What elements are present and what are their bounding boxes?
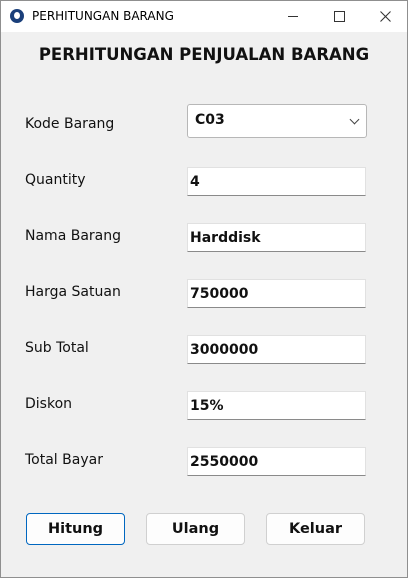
ulang-button[interactable]: Ulang: [146, 513, 245, 545]
harga-satuan-value: 750000: [190, 286, 249, 302]
chevron-down-icon[interactable]: [349, 114, 360, 125]
kode-barang-value: C03: [195, 112, 225, 128]
diskon-value: 15%: [190, 398, 224, 414]
sub-total-field[interactable]: 3000000: [187, 335, 366, 364]
kode-barang-label: Kode Barang: [25, 116, 115, 132]
nama-barang-value: Harddisk: [190, 230, 261, 246]
maximize-icon: [333, 11, 345, 22]
app-logo-icon: [10, 9, 24, 23]
hitung-button[interactable]: Hitung: [26, 513, 125, 545]
harga-satuan-field[interactable]: 750000: [187, 279, 366, 308]
quantity-label: Quantity: [25, 172, 86, 188]
app-window: PERHITUNGAN BARANG PERHITUNGAN PENJUALAN…: [0, 0, 408, 578]
kode-barang-dropdown[interactable]: C03: [187, 104, 367, 138]
window-title: PERHITUNGAN BARANG: [32, 9, 174, 23]
total-bayar-value: 2550000: [190, 454, 259, 470]
diskon-label: Diskon: [25, 396, 73, 412]
keluar-button[interactable]: Keluar: [266, 513, 365, 545]
nama-barang-label: Nama Barang: [25, 228, 121, 244]
minimize-button[interactable]: [270, 1, 316, 32]
nama-barang-field[interactable]: Harddisk: [187, 223, 366, 252]
total-bayar-field[interactable]: 2550000: [187, 447, 366, 476]
sub-total-label: Sub Total: [25, 340, 89, 356]
total-bayar-label: Total Bayar: [25, 452, 103, 468]
minimize-icon: [288, 16, 298, 17]
quantity-value: 4: [190, 174, 200, 190]
close-button[interactable]: [362, 1, 408, 32]
diskon-field[interactable]: 15%: [187, 391, 366, 420]
close-icon: [379, 11, 391, 22]
maximize-button[interactable]: [316, 1, 362, 32]
quantity-field[interactable]: 4: [187, 167, 366, 196]
harga-satuan-label: Harga Satuan: [25, 284, 121, 300]
form-heading: PERHITUNGAN PENJUALAN BARANG: [38, 45, 370, 64]
sub-total-value: 3000000: [190, 342, 259, 358]
title-bar[interactable]: PERHITUNGAN BARANG: [1, 1, 407, 32]
